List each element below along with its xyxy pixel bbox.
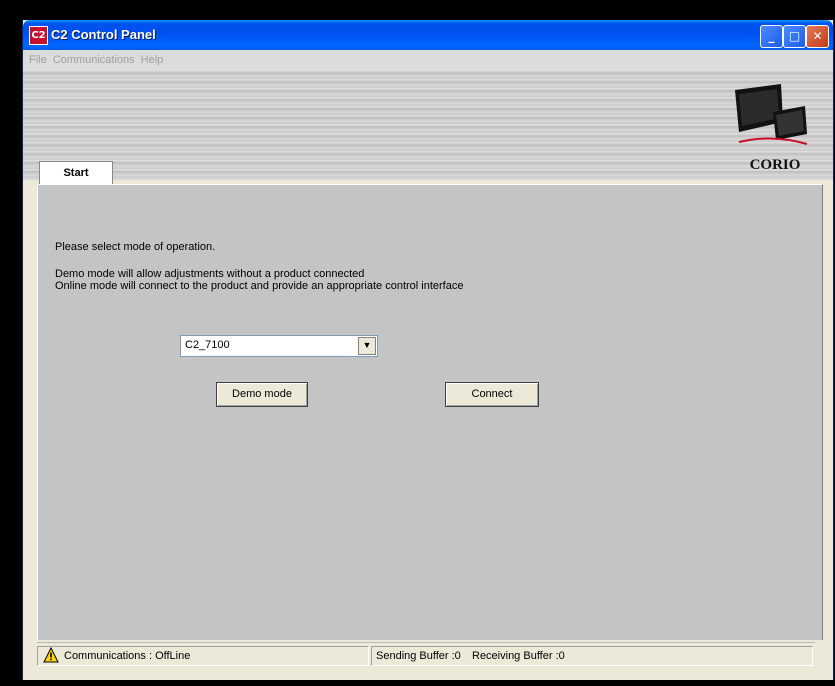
model-select[interactable]: C2_7100 ▼ bbox=[180, 335, 378, 357]
online-mode-description: Online mode will connect to the product … bbox=[55, 280, 464, 292]
tab-start[interactable]: Start bbox=[39, 161, 113, 184]
menu-file[interactable]: File bbox=[29, 54, 47, 66]
chevron-down-icon[interactable]: ▼ bbox=[358, 337, 376, 355]
communications-status-text: Communications : OffLine bbox=[64, 650, 191, 662]
menu-bar: File Communications Help bbox=[23, 50, 833, 70]
model-select-value: C2_7100 bbox=[185, 339, 230, 351]
buffer-status: Sending Buffer :0 Receiving Buffer :0 bbox=[371, 646, 813, 666]
sending-buffer-text: Sending Buffer :0 bbox=[376, 650, 461, 662]
demo-mode-button[interactable]: Demo mode bbox=[216, 382, 308, 407]
tab-strip: Start bbox=[37, 160, 823, 184]
connect-button[interactable]: Connect bbox=[445, 382, 539, 407]
status-bar: Communications : OffLine Sending Buffer … bbox=[37, 642, 815, 667]
corio-monitor-icon bbox=[735, 84, 808, 145]
demo-mode-description: Demo mode will allow adjustments without… bbox=[55, 268, 365, 280]
warning-icon bbox=[43, 647, 59, 663]
application-window: C2 C2 Control Panel _ □ ✕ File Communica… bbox=[22, 20, 834, 680]
menu-help[interactable]: Help bbox=[141, 54, 164, 66]
start-panel: Please select mode of operation. Demo mo… bbox=[37, 184, 823, 640]
mode-prompt: Please select mode of operation. bbox=[55, 241, 216, 253]
close-button[interactable]: ✕ bbox=[806, 25, 829, 48]
communications-status: Communications : OffLine bbox=[37, 646, 369, 666]
maximize-button[interactable]: □ bbox=[783, 25, 806, 48]
title-bar[interactable]: C2 C2 Control Panel _ □ ✕ bbox=[23, 20, 833, 50]
menu-communications[interactable]: Communications bbox=[53, 54, 135, 66]
window-title: C2 Control Panel bbox=[51, 27, 156, 42]
c2-app-icon[interactable]: C2 bbox=[29, 26, 48, 45]
receiving-buffer-text: Receiving Buffer :0 bbox=[472, 650, 565, 662]
minimize-button[interactable]: _ bbox=[760, 25, 783, 48]
